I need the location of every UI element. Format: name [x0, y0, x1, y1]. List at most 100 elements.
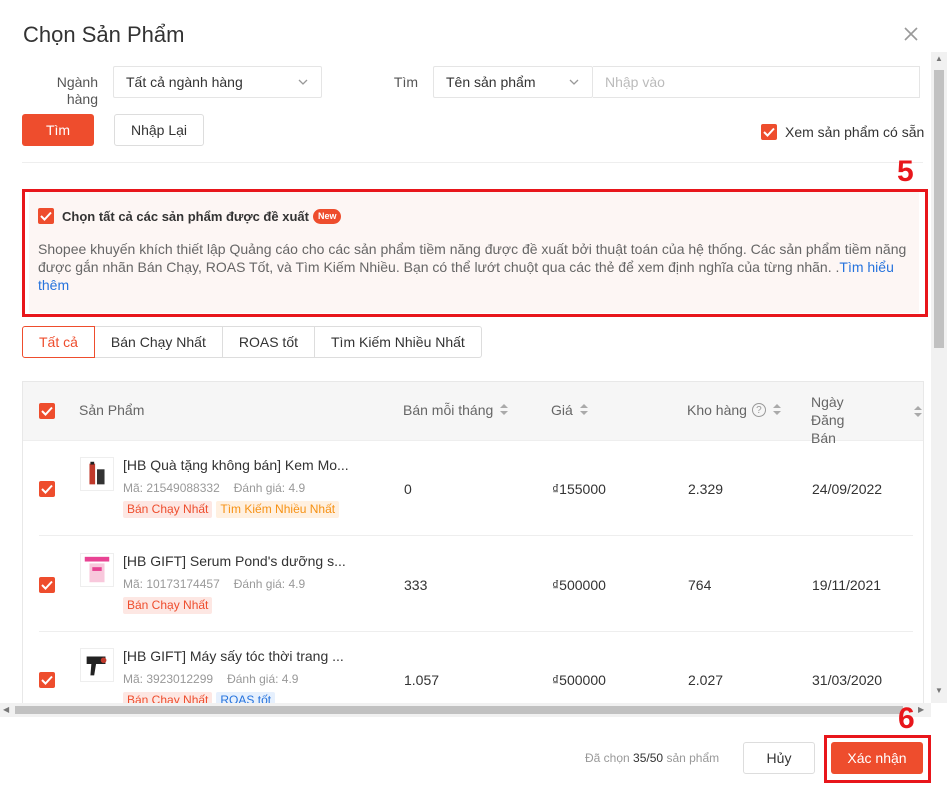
category-select[interactable]: Tất cả ngành hàng	[113, 66, 322, 98]
scroll-up-arrow-icon[interactable]: ▲	[935, 54, 943, 63]
category-select-value: Tất cả ngành hàng	[126, 74, 243, 90]
filter-tabs: Tất cả Bán Chạy Nhất ROAS tốt Tìm Kiếm N…	[22, 326, 482, 358]
selected-total: /50	[646, 751, 664, 765]
product-name: [HB GIFT] Serum Pond's dưỡng s...	[123, 553, 346, 569]
search-button[interactable]: Tìm	[22, 114, 94, 146]
cell-price: ₫155000	[552, 481, 606, 497]
product-tags: Bán Chạy Nhất ROAS tốt	[123, 692, 276, 703]
tab-most-searched[interactable]: Tìm Kiếm Nhiều Nhất	[315, 326, 482, 358]
tab-best-selling[interactable]: Bán Chạy Nhất	[94, 326, 223, 358]
table-row[interactable]: [HB Quà tặng không bán] Kem Mo... Mã: 21…	[39, 441, 913, 536]
product-rating: Đánh giá: 4.9	[233, 481, 306, 495]
sort-icon[interactable]	[914, 406, 922, 418]
category-label: Ngành hàng	[56, 74, 98, 107]
modal-content: Ngành hàng Tất cả ngành hàng Tìm Tên sản…	[0, 62, 931, 703]
available-only-label: Xem sản phẩm có sẵn	[785, 124, 925, 140]
vertical-scroll-thumb[interactable]	[934, 70, 944, 348]
search-type-select[interactable]: Tên sản phẩm	[433, 66, 593, 98]
product-thumbnail	[80, 648, 114, 682]
product-name: [HB GIFT] Máy sấy tóc thời trang ...	[123, 648, 344, 664]
product-meta: Mã: 21549088332 Đánh giá: 4.9	[123, 481, 305, 495]
column-listed-date-label: Ngày Đăng Bán	[811, 394, 845, 446]
cell-monthly-sales: 333	[404, 577, 428, 593]
available-only-toggle[interactable]: Xem sản phẩm có sẵn	[761, 124, 924, 140]
cell-listed-date: 24/09/2022	[812, 481, 883, 497]
product-name: [HB Quà tặng không bán] Kem Mo...	[123, 457, 349, 473]
cell-price: ₫500000	[552, 577, 606, 593]
reset-button[interactable]: Nhập Lại	[114, 114, 204, 146]
product-code: Mã: 21549088332	[123, 481, 220, 495]
tab-good-roas[interactable]: ROAS tốt	[222, 326, 315, 358]
vertical-scrollbar[interactable]: ▲ ▼	[931, 52, 947, 703]
close-icon[interactable]	[901, 24, 921, 44]
chevron-down-icon	[298, 79, 308, 85]
horizontal-scrollbar[interactable]: ◀ ▶	[0, 703, 931, 717]
tab-all[interactable]: Tất cả	[22, 326, 95, 358]
column-price-label: Giá	[551, 402, 573, 418]
column-stock[interactable]: Kho hàng?	[687, 402, 781, 418]
product-code: Mã: 10173174457	[123, 577, 220, 591]
cell-monthly-sales: 0	[404, 481, 412, 497]
product-thumbnail	[80, 457, 114, 491]
table-row[interactable]: [HB GIFT] Máy sấy tóc thời trang ... Mã:…	[39, 632, 913, 703]
cell-price: ₫500000	[552, 672, 606, 688]
product-code: Mã: 3923012299	[123, 672, 214, 686]
product-rating: Đánh giá: 4.9	[233, 577, 306, 591]
modal-title: Chọn Sản Phẩm	[23, 22, 185, 47]
tag-good-roas[interactable]: ROAS tốt	[216, 692, 276, 703]
product-tags: Bán Chạy Nhất Tìm Kiếm Nhiều Nhất	[123, 501, 340, 518]
search-type-value: Tên sản phẩm	[446, 74, 536, 90]
checkbox-checked-icon[interactable]	[39, 481, 55, 497]
divider	[22, 162, 923, 163]
chevron-down-icon	[569, 79, 579, 85]
product-tags: Bán Chạy Nhất	[123, 597, 213, 614]
cancel-button[interactable]: Hủy	[743, 742, 815, 774]
selected-suffix: sản phẩm	[666, 751, 720, 765]
column-product: Sản Phẩm	[79, 402, 144, 418]
cell-monthly-sales: 1.057	[404, 672, 440, 688]
scroll-down-arrow-icon[interactable]: ▼	[935, 686, 943, 695]
checkbox-checked-icon[interactable]	[39, 577, 55, 593]
column-monthly-sales[interactable]: Bán mỗi tháng	[403, 402, 509, 418]
sort-icon[interactable]	[772, 404, 781, 416]
product-table: Sản Phẩm Bán mỗi tháng Giá Kho hàng? Ngà…	[22, 381, 924, 703]
product-rating: Đánh giá: 4.9	[227, 672, 299, 686]
sort-icon[interactable]	[500, 404, 509, 416]
cell-stock: 764	[688, 577, 712, 593]
column-monthly-sales-label: Bán mỗi tháng	[403, 402, 494, 418]
scroll-left-arrow-icon[interactable]: ◀	[3, 705, 9, 714]
selected-count-text: Đã chọn 35/50 sản phẩm	[585, 751, 719, 765]
horizontal-scroll-thumb[interactable]	[15, 706, 903, 714]
tag-most-searched[interactable]: Tìm Kiếm Nhiều Nhất	[216, 501, 340, 518]
cell-stock: 2.027	[688, 672, 724, 688]
selected-count: 35	[633, 751, 647, 765]
product-meta: Mã: 3923012299 Đánh giá: 4.9	[123, 672, 298, 686]
search-label: Tìm	[393, 74, 418, 90]
annotation-step-6: 6	[898, 702, 915, 735]
column-product-label: Sản Phẩm	[79, 402, 145, 418]
column-price[interactable]: Giá	[551, 402, 588, 418]
checkbox-checked-icon[interactable]	[761, 124, 777, 140]
help-icon[interactable]: ?	[751, 403, 766, 417]
tag-best-selling[interactable]: Bán Chạy Nhất	[123, 597, 213, 614]
table-header: Sản Phẩm Bán mỗi tháng Giá Kho hàng? Ngà…	[23, 382, 923, 446]
product-thumbnail	[80, 553, 114, 587]
checkbox-checked-icon[interactable]	[39, 403, 55, 419]
table-row[interactable]: [HB GIFT] Serum Pond's dưỡng s... Mã: 10…	[39, 537, 913, 632]
cell-stock: 2.329	[688, 481, 724, 497]
scroll-right-arrow-icon[interactable]: ▶	[918, 705, 924, 714]
tag-best-selling[interactable]: Bán Chạy Nhất	[123, 692, 213, 703]
column-stock-label: Kho hàng	[687, 402, 747, 418]
tag-best-selling[interactable]: Bán Chạy Nhất	[123, 501, 213, 518]
annotation-frame-6	[824, 735, 931, 783]
selected-prefix: Đã chọn	[585, 751, 630, 765]
column-listed-date: Ngày Đăng Bán	[811, 393, 871, 447]
annotation-frame-5	[22, 189, 928, 317]
checkbox-checked-icon[interactable]	[39, 672, 55, 688]
cell-listed-date: 31/03/2020	[812, 672, 883, 688]
sort-icon[interactable]	[579, 404, 588, 416]
cell-listed-date: 19/11/2021	[812, 577, 882, 593]
search-input[interactable]: Nhập vào	[593, 66, 920, 98]
product-meta: Mã: 10173174457 Đánh giá: 4.9	[123, 577, 305, 591]
annotation-step-5: 5	[897, 155, 914, 188]
